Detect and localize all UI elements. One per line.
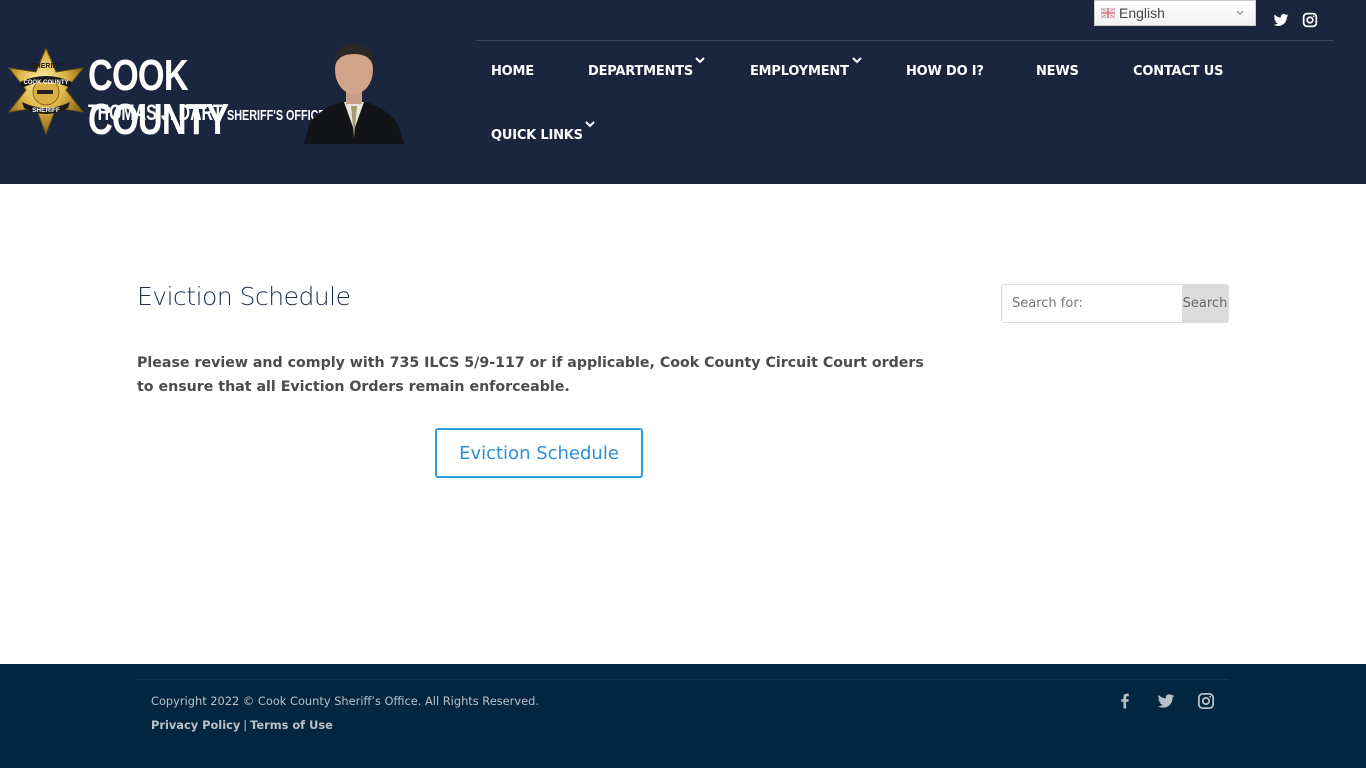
logo-name: THOMAS J. DART xyxy=(88,100,223,125)
footer-links: Privacy Policy | Terms of Use xyxy=(151,718,333,732)
badge-top-text: SHERIFF xyxy=(31,63,62,70)
instagram-icon[interactable] xyxy=(1302,12,1318,28)
link-separator: | xyxy=(243,718,248,732)
language-selected: English xyxy=(1119,5,1165,21)
chevron-down-icon xyxy=(852,57,862,64)
terms-of-use-link[interactable]: Terms of Use xyxy=(250,718,333,732)
search-form: Search xyxy=(1001,284,1229,323)
facebook-icon[interactable] xyxy=(1116,692,1134,710)
nav-item-departments[interactable]: DEPARTMENTS xyxy=(588,57,705,79)
copyright-text: Copyright 2022 © Cook County Sheriff’s O… xyxy=(151,694,539,708)
eviction-schedule-button[interactable]: Eviction Schedule xyxy=(435,428,643,478)
footer-divider xyxy=(137,679,1229,680)
nav-item-home[interactable]: HOME xyxy=(491,64,534,79)
privacy-policy-link[interactable]: Privacy Policy xyxy=(151,718,240,732)
site-header: SHERIFF COOK COUNTY SHERIFF COOK COUNTY … xyxy=(0,0,1366,184)
search-button[interactable]: Search xyxy=(1182,285,1228,322)
sheriff-badge-icon: SHERIFF COOK COUNTY SHERIFF xyxy=(7,46,85,136)
page-title: Eviction Schedule xyxy=(137,282,351,311)
language-select[interactable]: English xyxy=(1094,0,1256,26)
nav-item-how-do-i[interactable]: HOW DO I? xyxy=(906,64,984,79)
intro-text: Please review and comply with 735 ILCS 5… xyxy=(137,355,924,395)
nav-label: EMPLOYMENT xyxy=(750,64,849,79)
nav-item-quick-links[interactable]: QUICK LINKS xyxy=(491,121,595,143)
site-footer: Copyright 2022 © Cook County Sheriff’s O… xyxy=(0,664,1366,768)
chevron-down-icon xyxy=(1236,10,1244,15)
badge-middle-text: COOK COUNTY xyxy=(24,80,69,86)
chevron-down-icon xyxy=(585,121,595,128)
site-logo[interactable]: SHERIFF COOK COUNTY SHERIFF COOK COUNTY … xyxy=(6,40,406,144)
nav-label: HOW DO I? xyxy=(906,64,984,79)
header-divider xyxy=(476,40,1334,41)
nav-label: HOME xyxy=(491,64,534,79)
nav-label: CONTACT US xyxy=(1133,64,1224,79)
logo-title: COOK COUNTY xyxy=(88,51,229,144)
badge-bottom-text: SHERIFF xyxy=(32,107,60,114)
search-input[interactable] xyxy=(1002,285,1182,322)
nav-item-employment[interactable]: EMPLOYMENT xyxy=(750,57,862,79)
uk-flag-icon xyxy=(1101,8,1115,18)
instagram-icon[interactable] xyxy=(1197,692,1215,710)
nav-label: DEPARTMENTS xyxy=(588,64,694,79)
nav-item-news[interactable]: NEWS xyxy=(1036,64,1079,79)
twitter-icon[interactable] xyxy=(1273,12,1289,28)
twitter-icon[interactable] xyxy=(1157,692,1175,710)
logo-subtitle: THOMAS J. DART SHERIFF'S OFFICE xyxy=(88,102,326,127)
nav-label: NEWS xyxy=(1036,64,1079,79)
nav-item-contact-us[interactable]: CONTACT US xyxy=(1133,64,1223,79)
chevron-down-icon xyxy=(695,57,705,64)
sheriff-portrait-image xyxy=(304,44,404,144)
nav-label: QUICK LINKS xyxy=(491,128,583,143)
